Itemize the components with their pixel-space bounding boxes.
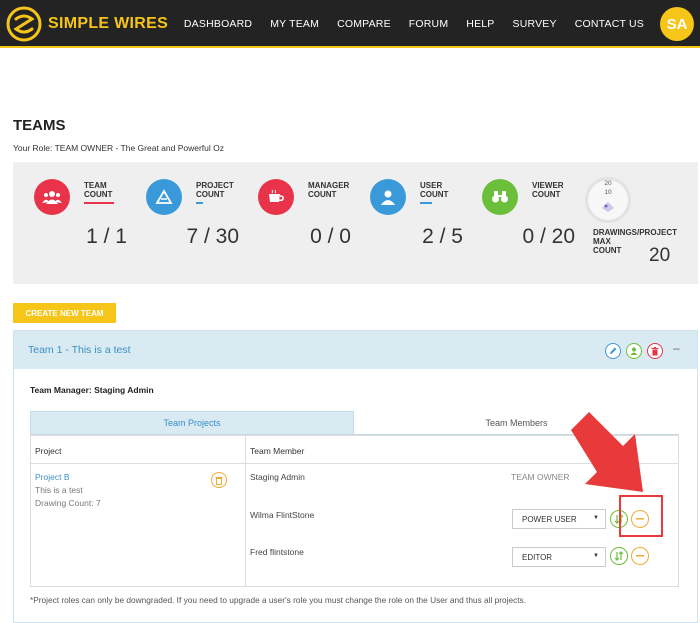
column-divider xyxy=(245,436,246,586)
caret-down-icon: ▼ xyxy=(593,553,599,559)
delete-team-button[interactable] xyxy=(647,343,663,359)
footnote: *Project roles can only be downgraded. I… xyxy=(30,595,527,605)
nav-survey[interactable]: SURVEY xyxy=(513,18,557,30)
drawings-value: 20 xyxy=(649,245,671,266)
brand-name: SIMPLE WIRES xyxy=(48,15,169,32)
annotation-highlight-box xyxy=(619,495,663,537)
nav-forum[interactable]: FORUM xyxy=(409,18,449,30)
annotation-arrow-icon xyxy=(571,412,643,492)
stat-value: 7 / 30 xyxy=(186,225,239,248)
stat-progress-bar xyxy=(420,202,432,204)
project-icon xyxy=(146,179,182,215)
swap-icon xyxy=(614,551,624,561)
stat-progress-bar xyxy=(196,202,203,204)
nav-compare[interactable]: COMPARE xyxy=(337,18,391,30)
update-role-button[interactable] xyxy=(610,547,628,565)
stat-label: PROJECT COUNT xyxy=(196,181,234,199)
stat-value: 0 / 0 xyxy=(310,225,351,248)
minus-icon xyxy=(636,555,644,557)
avatar[interactable]: SA xyxy=(660,7,694,41)
drawings-gauge: 20 10 xyxy=(585,177,631,223)
member-name: Wilma FlintStone xyxy=(250,510,315,520)
column-header-member: Team Member xyxy=(250,446,305,456)
role-select-value: POWER USER xyxy=(522,514,577,524)
role-select[interactable]: EDITOR ▼ xyxy=(512,547,606,567)
stat-label: VIEWER COUNT xyxy=(532,181,564,199)
edit-team-button[interactable] xyxy=(605,343,621,359)
project-drawing-count: Drawing Count: 7 xyxy=(35,498,101,508)
top-navbar: SIMPLE WIRES DASHBOARD MY TEAM COMPARE F… xyxy=(0,0,700,48)
manage-members-button[interactable] xyxy=(626,343,642,359)
caret-down-icon: ▼ xyxy=(593,515,599,521)
main-nav: DASHBOARD MY TEAM COMPARE FORUM HELP SUR… xyxy=(166,0,644,48)
nav-dashboard[interactable]: DASHBOARD xyxy=(184,18,252,30)
remove-project-button[interactable] xyxy=(211,472,227,488)
stat-label: USER COUNT xyxy=(420,181,449,199)
stat-project-count: PROJECT COUNT 7 / 30 xyxy=(125,162,239,284)
trash-icon xyxy=(215,476,223,485)
nav-contact-us[interactable]: CONTACT US xyxy=(575,18,644,30)
binoculars-icon xyxy=(482,179,518,215)
stats-panel: TEAM COUNT 1 / 1 PROJECT COUNT 7 / 30 MANA… xyxy=(13,162,698,284)
stat-value: 1 / 1 xyxy=(86,225,127,248)
stat-manager-count: MANAGER COUNT 0 / 0 xyxy=(237,162,351,284)
column-header-project: Project xyxy=(35,446,62,456)
project-link[interactable]: Project B xyxy=(35,472,70,482)
stat-value: 2 / 5 xyxy=(422,225,463,248)
trash-icon xyxy=(651,346,659,355)
team-header[interactable]: Team 1 - This is a test – xyxy=(14,331,697,369)
stat-team-count: TEAM COUNT 1 / 1 xyxy=(13,162,127,284)
gauge-marker-icon xyxy=(602,202,614,212)
team-manager: Team Manager: Staging Admin xyxy=(30,385,154,395)
stat-progress-bar xyxy=(84,202,114,204)
remove-member-button[interactable] xyxy=(631,547,649,565)
tab-team-projects[interactable]: Team Projects xyxy=(30,411,354,435)
user-icon xyxy=(630,347,638,355)
collapse-button[interactable]: – xyxy=(673,341,680,355)
stat-user-count: USER COUNT 2 / 5 xyxy=(349,162,463,284)
stat-label: MANAGER COUNT xyxy=(308,181,350,199)
logo[interactable]: SIMPLE WIRES xyxy=(6,6,168,42)
stat-label: TEAM COUNT xyxy=(84,181,113,199)
nav-my-team[interactable]: MY TEAM xyxy=(270,18,319,30)
create-new-team-button[interactable]: CREATE NEW TEAM xyxy=(13,303,116,323)
role-line: Your Role: TEAM OWNER - The Great and Po… xyxy=(13,143,225,153)
coffee-icon xyxy=(258,179,294,215)
nav-help[interactable]: HELP xyxy=(466,18,494,30)
member-name: Staging Admin xyxy=(250,472,305,482)
stat-viewer-count: VIEWER COUNT 0 / 20 xyxy=(461,162,575,284)
page-title: TEAMS xyxy=(13,117,66,134)
role-select-value: EDITOR xyxy=(522,552,553,562)
user-icon xyxy=(370,179,406,215)
stat-value: 0 / 20 xyxy=(522,225,575,248)
member-name: Fred flintstone xyxy=(250,547,304,557)
role-select[interactable]: POWER USER ▼ xyxy=(512,509,606,529)
pencil-icon xyxy=(610,347,617,354)
member-role-label: TEAM OWNER xyxy=(511,472,570,482)
project-description: This is a test xyxy=(35,485,83,495)
logo-icon xyxy=(6,6,42,42)
team-title[interactable]: Team 1 - This is a test xyxy=(28,344,131,356)
users-icon xyxy=(34,179,70,215)
